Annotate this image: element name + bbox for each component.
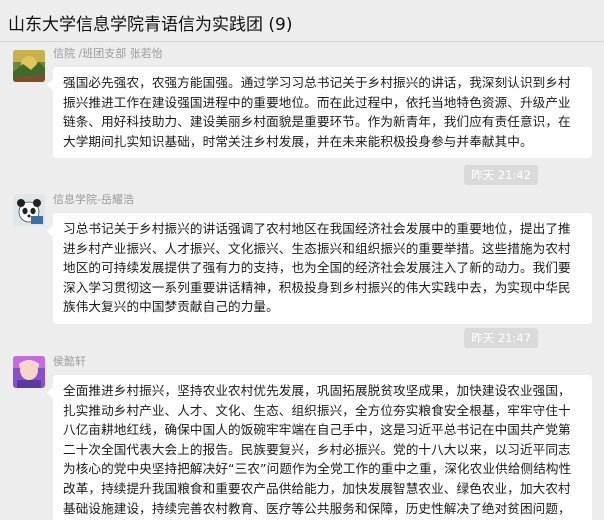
message-item: 信息学院-岳耀浩 习总书记关于乡村振兴的讲话强调了农村地区在我国经济社会发展中的… xyxy=(0,190,604,330)
message-bubble[interactable]: 全面推进乡村振兴，坚持农业农村优先发展，巩固拓展脱贫攻坚成果，加快建设农业强国，… xyxy=(47,375,592,520)
message-timestamp: 昨天 21:47 xyxy=(464,328,538,348)
sender-name: 信息学院-岳耀浩 xyxy=(53,193,134,206)
panda-avatar[interactable] xyxy=(13,194,45,226)
chat-title: 山东大学信息学院青语信为实践团 (9) xyxy=(8,15,293,35)
message-bubble[interactable]: 强国必先强农，农强方能国强。通过学习习总书记关于乡村振兴的讲话，我深刻认识到乡村… xyxy=(47,67,592,159)
chat-header: 山东大学信息学院青语信为实践团 (9) xyxy=(0,0,604,42)
message-timestamp: 昨天 21:42 xyxy=(464,165,538,185)
landscape-avatar[interactable] xyxy=(13,50,45,82)
message-item: 侯懿轩 全面推进乡村振兴，坚持农业农村优先发展，巩固拓展脱贫攻坚成果，加快建设农… xyxy=(0,352,604,520)
message-item: 信院 /班团支部 张若怡 强国必先强农，农强方能国强。通过学习习总书记关于乡村振… xyxy=(0,42,604,182)
sender-name: 侯懿轩 xyxy=(53,355,86,368)
portrait-avatar[interactable] xyxy=(13,356,45,388)
sender-name: 信院 /班团支部 张若怡 xyxy=(53,47,163,60)
message-list[interactable]: 信院 /班团支部 张若怡 强国必先强农，农强方能国强。通过学习习总书记关于乡村振… xyxy=(0,42,604,520)
message-bubble[interactable]: 习总书记关于乡村振兴的讲话强调了农村地区在我国经济社会发展中的重要地位，提出了推… xyxy=(47,213,592,324)
